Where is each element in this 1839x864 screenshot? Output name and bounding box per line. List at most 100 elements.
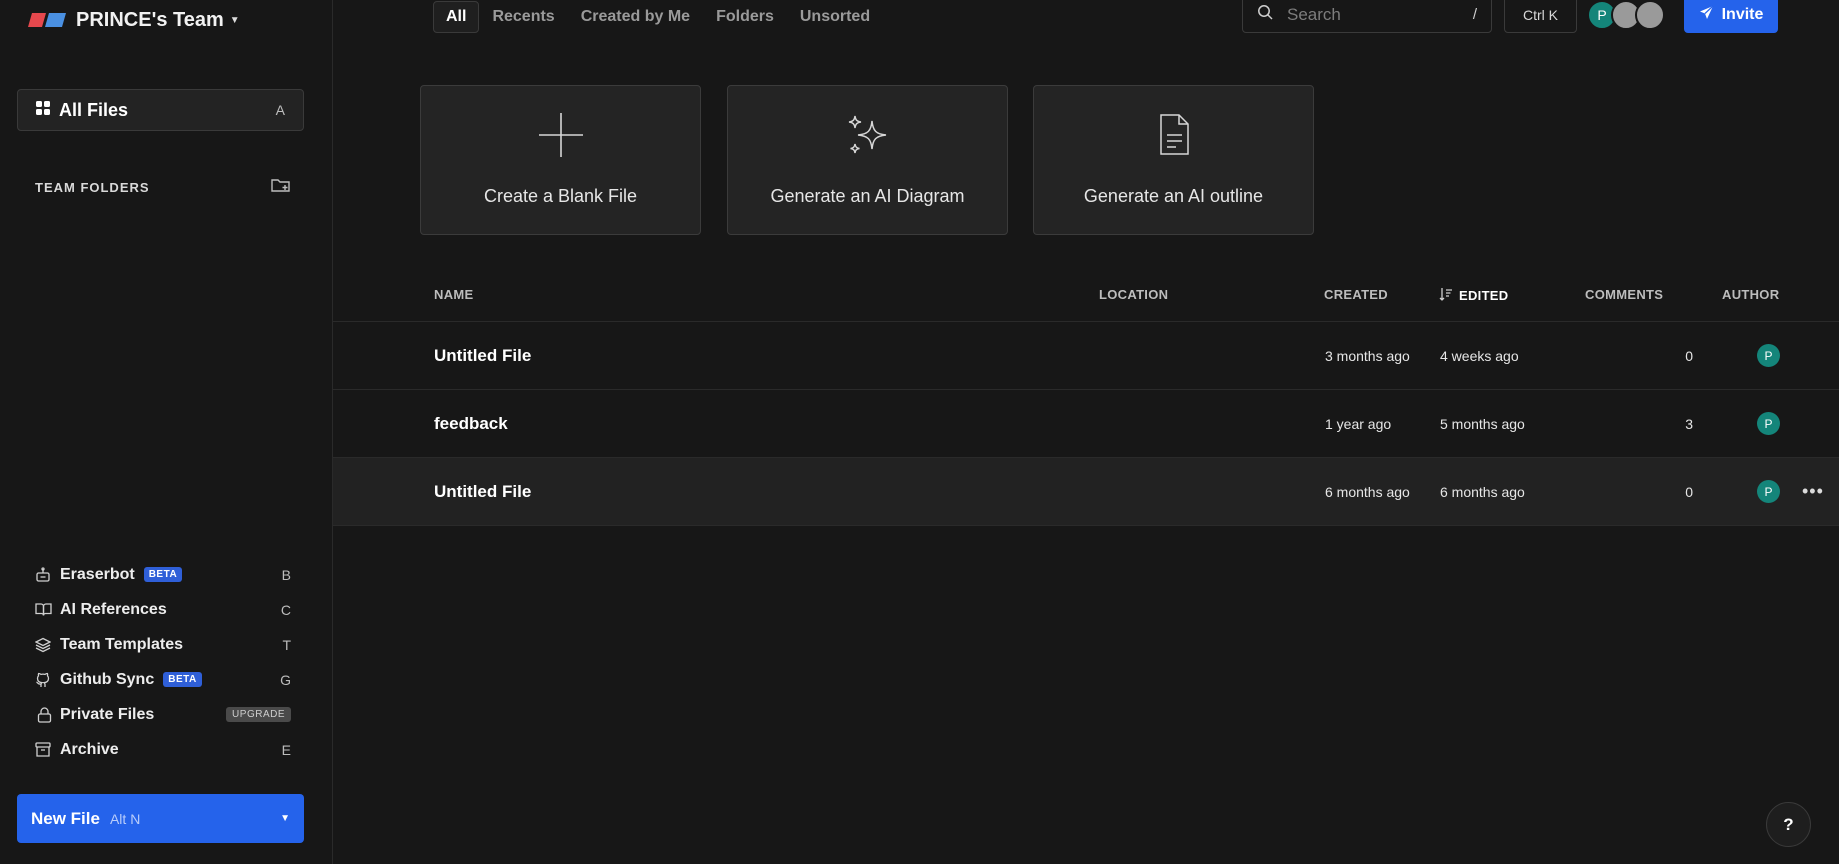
chevron-down-icon[interactable]: ▼: [280, 813, 290, 824]
card-label: Generate an AI outline: [1083, 186, 1264, 206]
upgrade-badge[interactable]: UPGRADE: [226, 707, 291, 722]
avatar: P: [1757, 344, 1780, 367]
comment-count: 0: [1685, 483, 1693, 500]
sidebar-item-label: Private Files: [60, 705, 155, 723]
column-header-name[interactable]: NAME: [434, 287, 473, 302]
card-label: Create a Blank File: [483, 186, 638, 206]
author-cell: P: [1757, 458, 1780, 525]
sidebar-item-label: Team Templates: [60, 635, 184, 653]
sidebar-item-label: Eraserbot: [60, 565, 135, 583]
tab-recents[interactable]: Recents: [479, 1, 567, 33]
team-folders-label: TEAM FOLDERS: [35, 179, 150, 195]
more-options-icon[interactable]: •••: [1802, 458, 1824, 525]
table-row[interactable]: Untitled File 6 months ago 6 months ago …: [333, 458, 1839, 525]
tab-created-by-me[interactable]: Created by Me: [568, 1, 703, 33]
avatar: [1635, 0, 1665, 30]
sidebar-item-github-sync[interactable]: Github Sync BETA G: [35, 662, 291, 697]
column-header-location[interactable]: LOCATION: [1099, 287, 1168, 302]
generate-ai-outline-card[interactable]: Generate an AI outline: [1033, 85, 1314, 235]
shortcut-key: E: [281, 741, 291, 758]
column-header-comments[interactable]: COMMENTS: [1585, 287, 1663, 302]
sidebar-item-private-files[interactable]: Private Files UPGRADE: [35, 697, 291, 732]
book-icon: [35, 602, 55, 617]
search-input[interactable]: Search /: [1242, 0, 1492, 33]
sidebar-item-label: Archive: [60, 740, 119, 758]
author-cell: P: [1757, 322, 1780, 389]
sidebar: PRINCE's Team ▼ All Files A TEAM FOLDERS: [0, 0, 333, 864]
table-row[interactable]: Untitled File 3 months ago 4 weeks ago 0…: [333, 322, 1839, 389]
sidebar-item-label: AI References: [60, 600, 167, 618]
shortcut-key: A: [275, 102, 285, 118]
chevron-down-icon: ▼: [229, 14, 240, 26]
shortcut-key: G: [280, 671, 291, 688]
shortcut-key: T: [282, 636, 291, 653]
sidebar-item-team-templates[interactable]: Team Templates T: [35, 627, 291, 662]
file-name[interactable]: feedback: [434, 390, 508, 457]
shortcut-key: B: [281, 566, 291, 583]
new-folder-icon[interactable]: [271, 177, 291, 198]
column-header-author[interactable]: AUTHOR: [1722, 287, 1779, 302]
edited-date: 6 months ago: [1440, 483, 1525, 500]
tab-unsorted[interactable]: Unsorted: [787, 1, 883, 33]
help-button[interactable]: ?: [1766, 802, 1811, 847]
sidebar-nav: Eraserbot BETA B AI References C Team Te…: [35, 557, 291, 767]
new-file-button[interactable]: New File Alt N ▼: [17, 794, 304, 843]
send-icon: [1699, 5, 1714, 25]
invite-button[interactable]: Invite: [1684, 0, 1778, 33]
file-name[interactable]: Untitled File: [434, 458, 531, 525]
sidebar-item-all-files[interactable]: All Files A: [17, 89, 304, 131]
sparkles-icon: [728, 113, 1007, 157]
column-header-created[interactable]: CREATED: [1324, 287, 1388, 302]
team-folders-header: TEAM FOLDERS: [35, 176, 291, 198]
eraser-logo-icon: [28, 13, 66, 27]
search-shortcut: /: [1472, 6, 1477, 23]
divider: [333, 525, 1839, 526]
sidebar-item-label: All Files: [59, 99, 129, 120]
invite-label: Invite: [1721, 5, 1764, 23]
avatar: P: [1757, 412, 1780, 435]
filter-tabs: All Recents Created by Me Folders Unsort…: [433, 0, 883, 33]
comment-count: 0: [1685, 347, 1693, 364]
new-file-shortcut: Alt N: [109, 810, 141, 827]
github-icon: [35, 672, 55, 688]
archive-icon: [35, 742, 55, 757]
plus-icon: [421, 113, 700, 157]
file-name[interactable]: Untitled File: [434, 322, 531, 389]
team-switcher[interactable]: PRINCE's Team ▼: [28, 6, 240, 34]
sidebar-item-label: Github Sync: [60, 670, 155, 688]
beta-badge: BETA: [143, 567, 183, 582]
column-header-label: EDITED: [1459, 288, 1509, 303]
tab-all[interactable]: All: [433, 0, 480, 33]
create-blank-file-card[interactable]: Create a Blank File: [420, 85, 701, 235]
generate-ai-diagram-card[interactable]: Generate an AI Diagram: [727, 85, 1008, 235]
command-palette-button[interactable]: Ctrl K: [1504, 0, 1577, 33]
search-placeholder: Search: [1287, 4, 1341, 24]
team-name: PRINCE's Team: [76, 8, 224, 31]
grid-icon: [36, 100, 50, 120]
new-file-label: New File: [31, 808, 100, 828]
avatar: P: [1757, 480, 1780, 503]
layers-icon: [35, 637, 55, 653]
created-date: 6 months ago: [1325, 483, 1410, 500]
author-cell: P: [1757, 390, 1780, 457]
sort-descending-icon: [1439, 287, 1453, 304]
created-date: 1 year ago: [1325, 415, 1392, 432]
sidebar-item-eraserbot[interactable]: Eraserbot BETA B: [35, 557, 291, 592]
sidebar-item-archive[interactable]: Archive E: [35, 732, 291, 767]
sidebar-item-ai-references[interactable]: AI References C: [35, 592, 291, 627]
search-icon: [1257, 4, 1273, 25]
beta-badge: BETA: [163, 672, 202, 687]
member-avatars[interactable]: P: [1587, 0, 1665, 30]
edited-date: 4 weeks ago: [1440, 347, 1519, 364]
column-header-edited[interactable]: EDITED: [1439, 287, 1508, 304]
lock-icon: [35, 706, 55, 723]
created-date: 3 months ago: [1325, 347, 1410, 364]
edited-date: 5 months ago: [1440, 415, 1525, 432]
tab-folders[interactable]: Folders: [703, 1, 787, 33]
table-row[interactable]: feedback 1 year ago 5 months ago 3 P: [333, 390, 1839, 457]
card-label: Generate an AI Diagram: [770, 186, 965, 206]
document-icon: [1034, 113, 1313, 157]
comment-count: 3: [1685, 415, 1693, 432]
shortcut-key: C: [280, 601, 291, 618]
robot-icon: [35, 566, 55, 583]
